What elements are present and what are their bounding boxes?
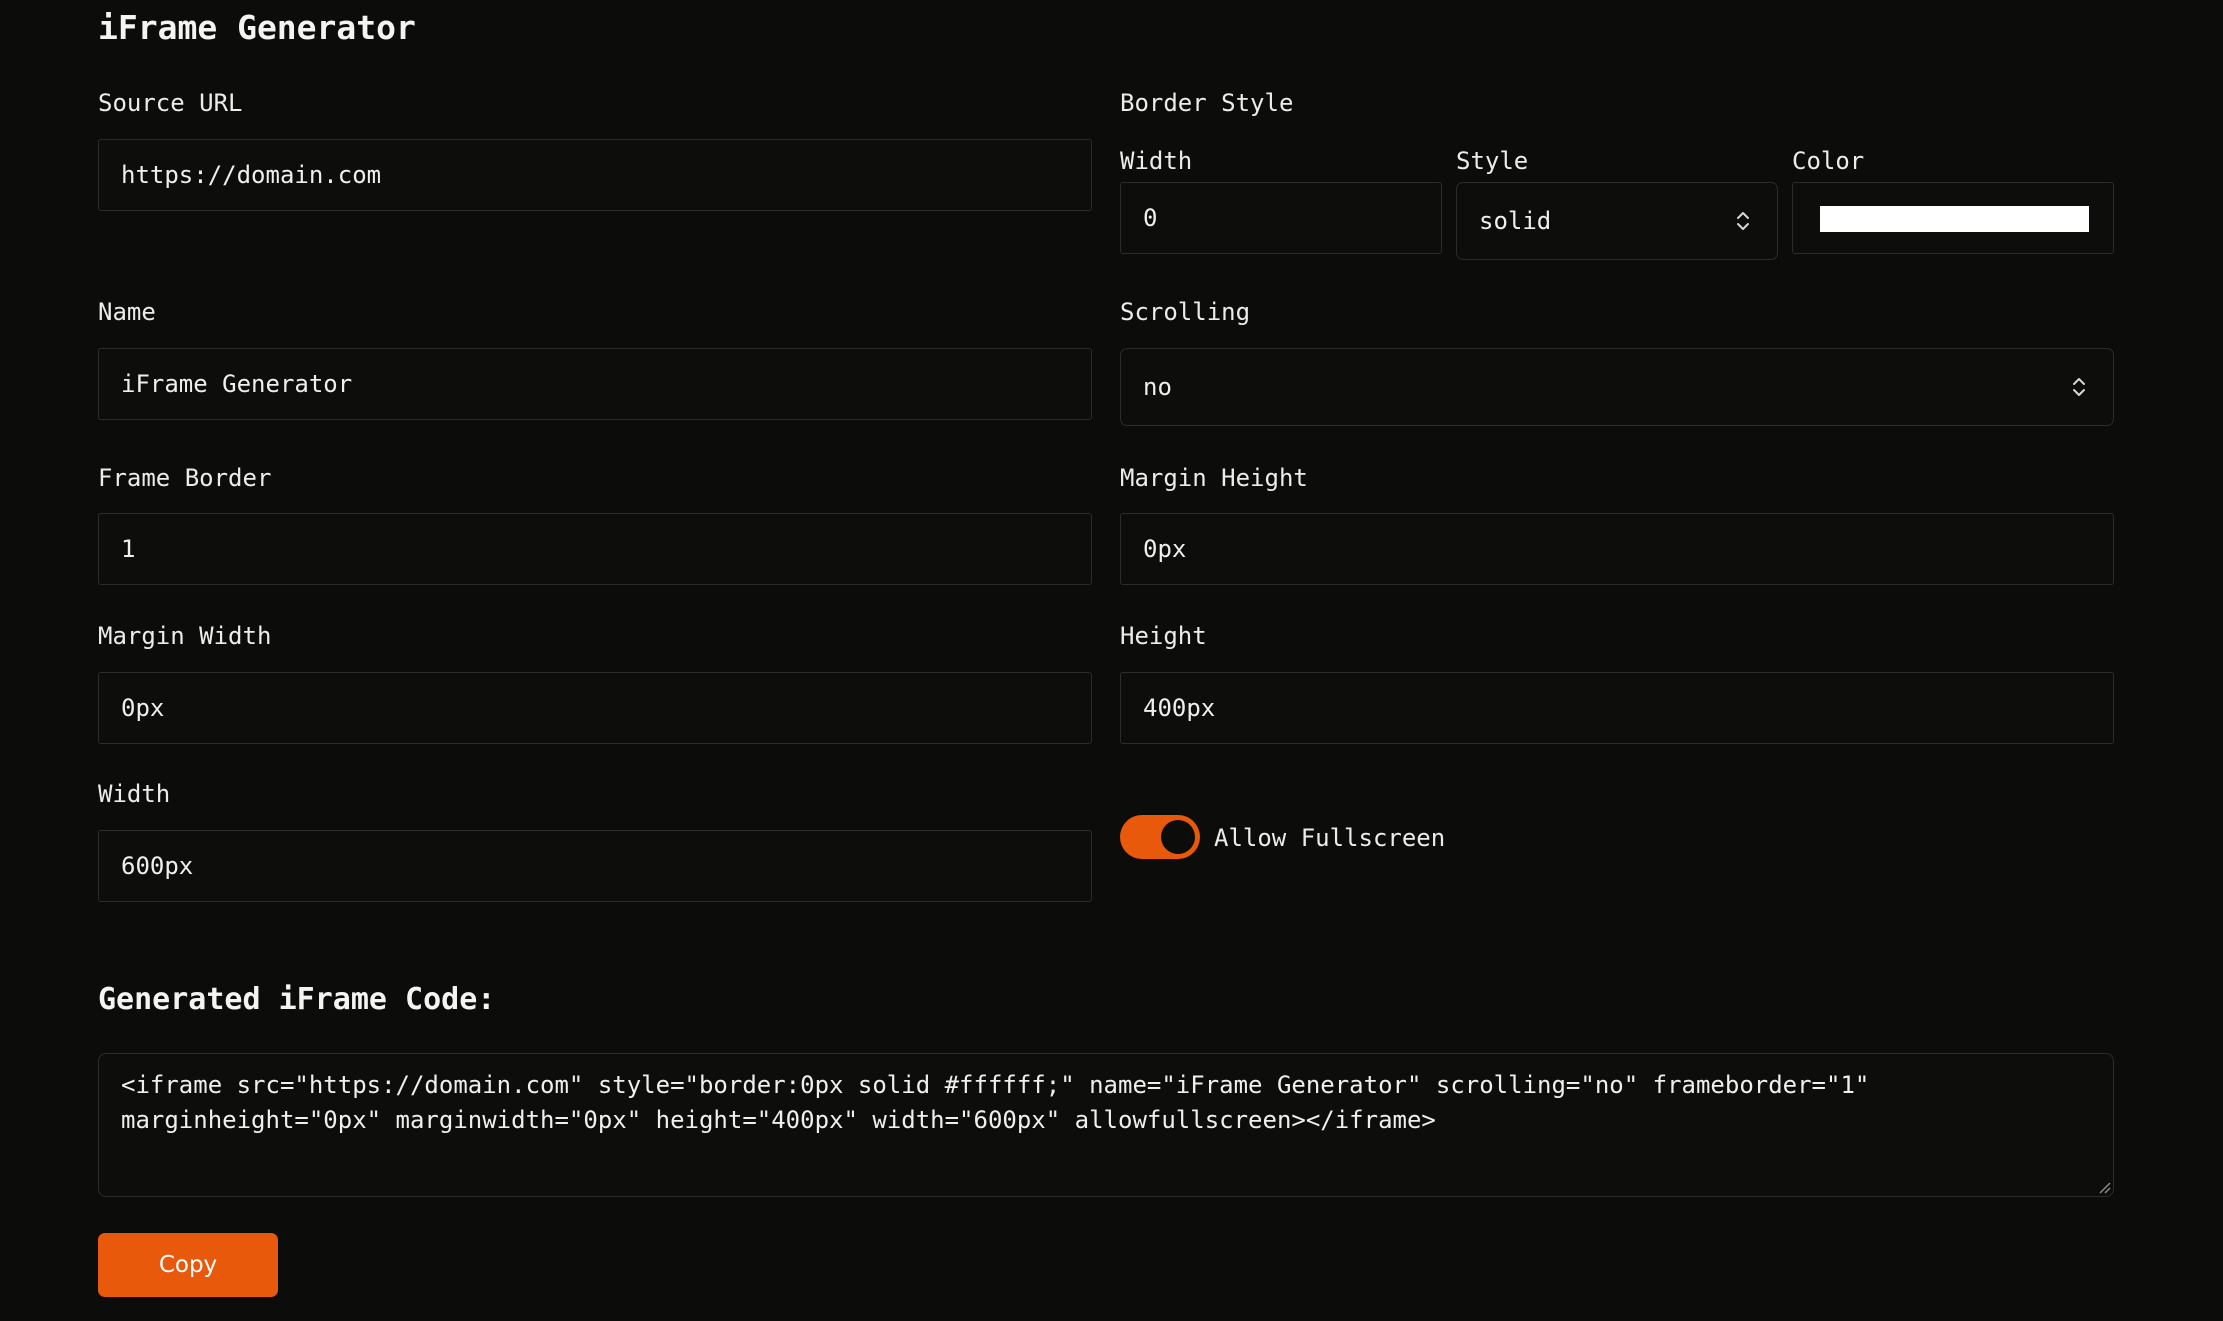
- margin-width-input[interactable]: [99, 673, 1091, 743]
- generated-code-text: <iframe src="https://domain.com" style="…: [121, 1071, 1884, 1134]
- border-color-label: Color: [1792, 147, 1865, 175]
- height-label: Height: [1120, 622, 1207, 650]
- name-input[interactable]: [99, 349, 1091, 419]
- margin-height-input[interactable]: [1121, 514, 2113, 584]
- border-style-label: Border Style: [1120, 89, 1294, 117]
- generated-code-textarea[interactable]: <iframe src="https://domain.com" style="…: [98, 1053, 2114, 1197]
- name-field: [98, 348, 1092, 420]
- border-width-input[interactable]: [1121, 183, 1441, 253]
- frame-border-field: [98, 513, 1092, 585]
- border-color-picker[interactable]: [1792, 182, 2114, 254]
- page-title: iFrame Generator: [98, 8, 416, 47]
- frame-border-input[interactable]: [99, 514, 1091, 584]
- height-field: [1120, 672, 2114, 744]
- allow-fullscreen-label: Allow Fullscreen: [1214, 824, 1446, 852]
- resize-grip-icon[interactable]: [2097, 1180, 2111, 1194]
- margin-height-field: [1120, 513, 2114, 585]
- margin-width-label: Margin Width: [98, 622, 272, 650]
- frame-border-label: Frame Border: [98, 464, 272, 492]
- chevron-up-down-icon: [2073, 378, 2085, 396]
- border-style-select[interactable]: solid: [1456, 182, 1778, 260]
- margin-width-field: [98, 672, 1092, 744]
- border-width-label: Width: [1120, 147, 1193, 175]
- width-input[interactable]: [99, 831, 1091, 901]
- allow-fullscreen-toggle[interactable]: [1120, 815, 1200, 859]
- copy-button[interactable]: Copy: [98, 1233, 278, 1297]
- name-label: Name: [98, 298, 156, 326]
- border-width-field: [1120, 182, 1442, 254]
- height-input[interactable]: [1121, 673, 2113, 743]
- border-style-select-label: Style: [1456, 147, 1529, 175]
- border-color-swatch: [1820, 206, 2089, 232]
- width-label: Width: [98, 780, 171, 808]
- source-url-field: [98, 139, 1092, 211]
- toggle-knob: [1161, 820, 1195, 854]
- margin-height-label: Margin Height: [1120, 464, 1308, 492]
- scrolling-select-value: no: [1143, 373, 1172, 401]
- scrolling-select[interactable]: no: [1120, 348, 2114, 426]
- source-url-label: Source URL: [98, 89, 243, 117]
- generated-code-title: Generated iFrame Code:: [98, 982, 496, 1017]
- scrolling-label: Scrolling: [1120, 298, 1251, 326]
- source-url-input[interactable]: [99, 140, 1091, 210]
- chevron-up-down-icon: [1737, 212, 1749, 230]
- border-style-select-value: solid: [1479, 207, 1552, 235]
- width-field: [98, 830, 1092, 902]
